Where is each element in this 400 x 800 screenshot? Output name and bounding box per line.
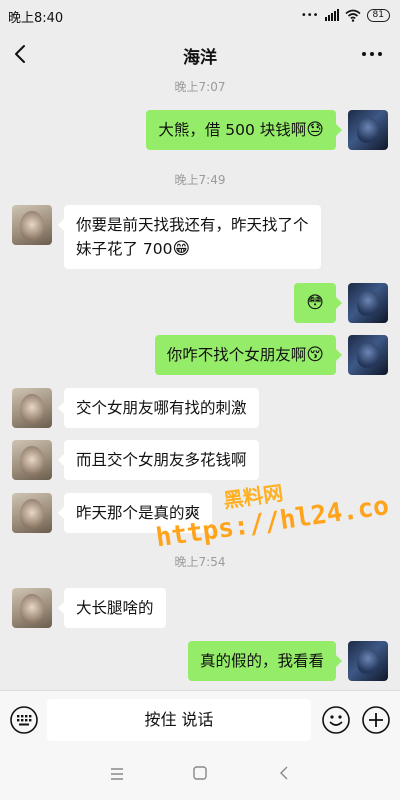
message-bubble-other[interactable]: 昨天那个是真的爽 <box>57 493 213 533</box>
battery-icon: 81 <box>366 8 390 22</box>
chat-title: 海洋 <box>183 48 217 68</box>
contact-avatar[interactable] <box>12 205 52 245</box>
message-bubble-self[interactable]: 😳 <box>294 283 342 323</box>
emoji: 😳 <box>306 293 324 313</box>
message-bubble-other[interactable]: 大长腿啥的 <box>58 588 166 628</box>
more-options-icon[interactable] <box>360 44 384 64</box>
self-avatar[interactable] <box>348 283 388 323</box>
nav-back-icon[interactable] <box>275 764 293 782</box>
recent-apps-icon[interactable] <box>108 766 126 782</box>
message-text-line: 你要是前天找我还有，昨天找了个 <box>76 216 309 234</box>
timestamp: 晚上7:07 <box>174 80 226 94</box>
contact-avatar[interactable] <box>12 440 52 480</box>
message-text: 大熊，借 500 块钱啊 <box>158 121 307 139</box>
emoji: 😚 <box>306 345 324 365</box>
contact-avatar[interactable] <box>12 388 52 428</box>
hold-to-talk-button[interactable]: 按住 说话 <box>47 699 311 741</box>
status-dots: ••• <box>300 9 319 21</box>
message-bubble-self[interactable]: 大熊，借 500 块钱啊😓 <box>146 110 342 150</box>
message-bubble-other[interactable]: 交个女朋友哪有找的刺激 <box>58 388 259 428</box>
system-nav-bar <box>0 748 400 800</box>
timestamp: 晚上7:54 <box>174 555 226 569</box>
message-text: 交个女朋友哪有找的刺激 <box>76 399 247 417</box>
contact-avatar[interactable] <box>12 493 52 533</box>
back-arrow-icon[interactable] <box>10 42 32 66</box>
message-bubble-other[interactable]: 你要是前天找我还有，昨天找了个 妹子花了 700😁 <box>58 205 321 269</box>
status-time: 晚上8:40 <box>8 11 64 26</box>
message-bubble-self[interactable]: 你咋不找个女朋友啊😚 <box>154 335 343 375</box>
self-avatar[interactable] <box>348 110 388 150</box>
message-text-line: 妹子花了 700 <box>76 240 173 258</box>
self-avatar[interactable] <box>348 641 388 681</box>
message-text: 真的假的，我看看 <box>199 652 324 670</box>
keyboard-icon[interactable] <box>9 705 39 735</box>
chat-messages[interactable]: 晚上7:07 大熊，借 500 块钱啊😓 晚上7:49 你要是前天找我还有，昨天… <box>0 78 400 690</box>
message-text: 而且交个女朋友多花钱啊 <box>76 451 247 469</box>
emoji-icon[interactable] <box>321 705 351 735</box>
chat-header: 海洋 <box>0 32 400 78</box>
contact-avatar[interactable] <box>12 588 52 628</box>
status-bar: 晚上8:40 ••• 81 <box>0 0 400 32</box>
self-avatar[interactable] <box>348 335 388 375</box>
wifi-icon <box>345 9 361 22</box>
emoji: 😓 <box>306 120 324 140</box>
message-text: 你咋不找个女朋友啊 <box>166 346 307 364</box>
message-text: 大长腿啥的 <box>76 599 154 617</box>
emoji: 😁 <box>172 239 191 259</box>
message-bubble-self[interactable]: 真的假的，我看看 <box>187 641 343 681</box>
message-text: 昨天那个是真的爽 <box>76 504 201 522</box>
home-icon[interactable] <box>191 764 209 782</box>
signal-icon <box>324 9 339 21</box>
plus-icon[interactable] <box>361 705 391 735</box>
status-icons: ••• 81 <box>301 7 390 23</box>
timestamp: 晚上7:49 <box>174 173 226 187</box>
input-bar: 按住 说话 <box>0 690 400 748</box>
message-bubble-other[interactable]: 而且交个女朋友多花钱啊 <box>58 440 259 480</box>
